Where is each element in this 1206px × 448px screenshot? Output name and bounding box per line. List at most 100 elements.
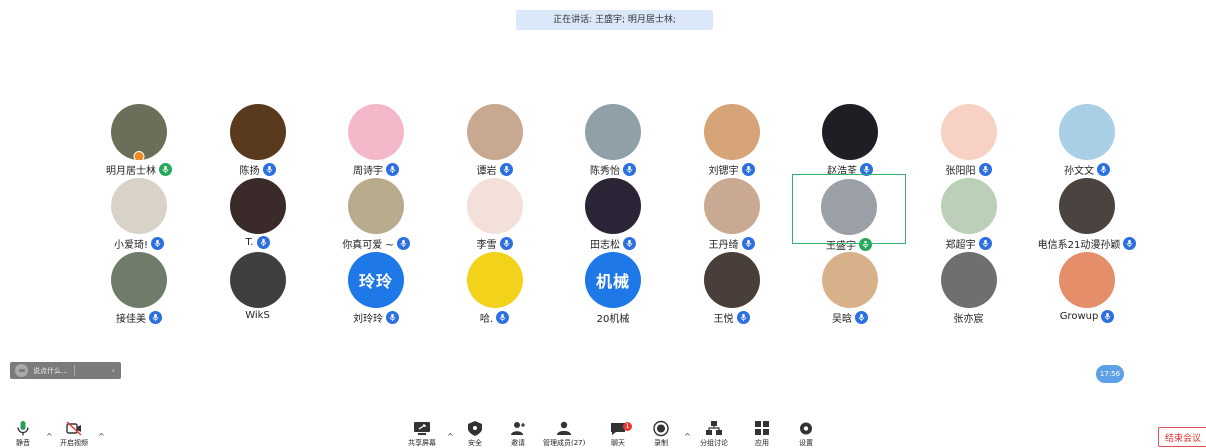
mic-muted-icon: [736, 311, 750, 324]
participant-tile[interactable]: 陈秀怡: [554, 98, 672, 177]
chat-placeholder: 说点什么...: [33, 366, 68, 375]
breakout-rooms-button[interactable]: 分组讨论: [700, 420, 728, 448]
participant-tile[interactable]: 陈扬: [199, 98, 317, 177]
record-label: 录制: [654, 439, 668, 447]
participant-tile[interactable]: WikS: [199, 246, 317, 321]
participant-tile[interactable]: 孙文文: [1028, 98, 1146, 177]
avatar: [822, 104, 878, 160]
participant-tile[interactable]: 接佳美: [80, 246, 198, 325]
participant-tile[interactable]: 电信系21动漫孙颖: [1028, 172, 1146, 251]
participant-tile[interactable]: 哈.: [436, 246, 554, 325]
collapse-arrow-icon[interactable]: ‹: [112, 366, 115, 375]
avatar: [1059, 178, 1115, 234]
participant-tile[interactable]: 张亦宸: [910, 246, 1028, 325]
participant-tile[interactable]: 谭岩: [436, 98, 554, 177]
participant-tile[interactable]: 李雪: [436, 172, 554, 251]
participant-tile[interactable]: 王悦: [673, 246, 791, 325]
participant-tile[interactable]: 明月居士林: [80, 98, 198, 177]
apps-button[interactable]: 应用: [753, 420, 771, 448]
avatar: [1059, 252, 1115, 308]
avatar: [1059, 104, 1115, 160]
avatar: [229, 104, 286, 160]
avatar: [822, 252, 878, 308]
mic-muted-icon: [386, 311, 399, 324]
participant-name-row: 王悦: [714, 310, 750, 325]
chat-input-pill[interactable]: 说点什么... ‹: [10, 362, 121, 379]
manage-members-button[interactable]: 管理成员(27): [543, 420, 585, 448]
apps-grid-icon: [755, 421, 769, 435]
share-options-chevron-icon[interactable]: ^: [447, 432, 454, 441]
invite-button[interactable]: 邀请: [509, 420, 527, 448]
record-icon: [653, 420, 669, 437]
share-screen-button[interactable]: 共享屏幕: [408, 420, 436, 448]
participant-tile[interactable]: 郑超宇: [910, 172, 1028, 251]
participant-tile[interactable]: 王丹绮: [673, 172, 791, 251]
gear-icon: [800, 422, 812, 435]
security-button[interactable]: 安全: [466, 420, 484, 448]
avatar: [111, 104, 167, 160]
mic-muted-icon: [149, 311, 162, 324]
mute-label: 静音: [16, 439, 30, 447]
video-off-icon: [66, 421, 82, 436]
settings-button[interactable]: 设置: [797, 420, 815, 448]
avatar: [466, 178, 523, 234]
participant-tile[interactable]: Growup: [1028, 246, 1146, 323]
share-screen-icon: [414, 422, 430, 435]
mic-muted-icon: [496, 311, 510, 324]
time-badge: 17:56: [1096, 365, 1124, 383]
participant-tile[interactable]: 张阳阳: [910, 98, 1028, 177]
chat-button[interactable]: 聊天 1: [609, 420, 632, 448]
avatar: [466, 104, 523, 160]
shield-icon: [468, 421, 482, 436]
avatar: [466, 252, 523, 308]
mute-button[interactable]: 静音: [14, 420, 32, 448]
avatar: [703, 178, 760, 234]
participant-tile[interactable]: 机械 20机械: [554, 246, 672, 325]
breakout-label: 分组讨论: [700, 439, 728, 447]
chat-unread-badge: 1: [623, 422, 632, 431]
video-options-chevron-icon[interactable]: ^: [98, 432, 105, 441]
settings-label: 设置: [799, 439, 813, 447]
share-label: 共享屏幕: [408, 439, 436, 447]
participant-name-row: Growup: [1060, 310, 1115, 323]
participant-tile[interactable]: 你真可爱 ~: [317, 172, 435, 251]
participant-tile[interactable]: 周诗宇: [317, 98, 435, 177]
mute-options-chevron-icon[interactable]: ^: [46, 432, 53, 441]
avatar: [940, 178, 997, 234]
participant-tile[interactable]: 田志松: [554, 172, 672, 251]
avatar: [940, 252, 997, 308]
microphone-icon: [17, 421, 29, 436]
participant-name: WikS: [245, 310, 270, 321]
avatar: [703, 104, 760, 160]
participant-name: 王悦: [713, 314, 734, 325]
security-label: 安全: [468, 439, 482, 447]
participant-grid: 明月居士林 陈扬 周诗宇 谭岩 陈秀怡 刘锶宇 赵浩荃 张阳阳 孙文文小爱琦! T. 你真可爱 ~ 李…: [80, 98, 1147, 325]
record-options-chevron-icon[interactable]: ^: [684, 432, 691, 441]
participant-tile[interactable]: 王盛宇: [791, 173, 907, 252]
avatar: 玲玲: [348, 252, 404, 308]
participant-tile[interactable]: T.: [199, 172, 317, 249]
bottom-toolbar: 静音 ^ 开启视频 ^ 共享屏幕 ^ 安全 邀请 管理成员(27) 聊天 1 录…: [0, 420, 1206, 448]
participant-tile[interactable]: 吴晗: [791, 246, 909, 325]
participant-tile[interactable]: 玲玲 刘玲玲: [317, 246, 435, 325]
avatar: [111, 178, 167, 234]
participant-tile[interactable]: 赵浩荃: [791, 98, 909, 177]
record-button[interactable]: 录制: [652, 420, 670, 448]
breakout-icon: [706, 421, 722, 435]
participant-name-row: WikS: [245, 310, 270, 321]
end-meeting-button[interactable]: 结束会议: [1158, 427, 1206, 447]
avatar: [703, 252, 760, 308]
invite-label: 邀请: [511, 439, 525, 447]
participant-name-row: 吴晗: [832, 310, 868, 325]
participant-tile[interactable]: 小爱琦!: [80, 172, 198, 251]
host-badge-icon: [133, 151, 145, 160]
participant-name: 哈.: [479, 314, 494, 325]
avatar: [821, 179, 877, 235]
participant-name: 接佳美: [116, 314, 146, 325]
participant-name: 吴晗: [832, 314, 852, 325]
start-video-button[interactable]: 开启视频: [60, 420, 88, 448]
video-label: 开启视频: [60, 439, 88, 447]
participant-name-row: 哈.: [479, 310, 510, 325]
chat-bubble-icon: [15, 364, 28, 377]
participant-tile[interactable]: 刘锶宇: [673, 98, 791, 177]
